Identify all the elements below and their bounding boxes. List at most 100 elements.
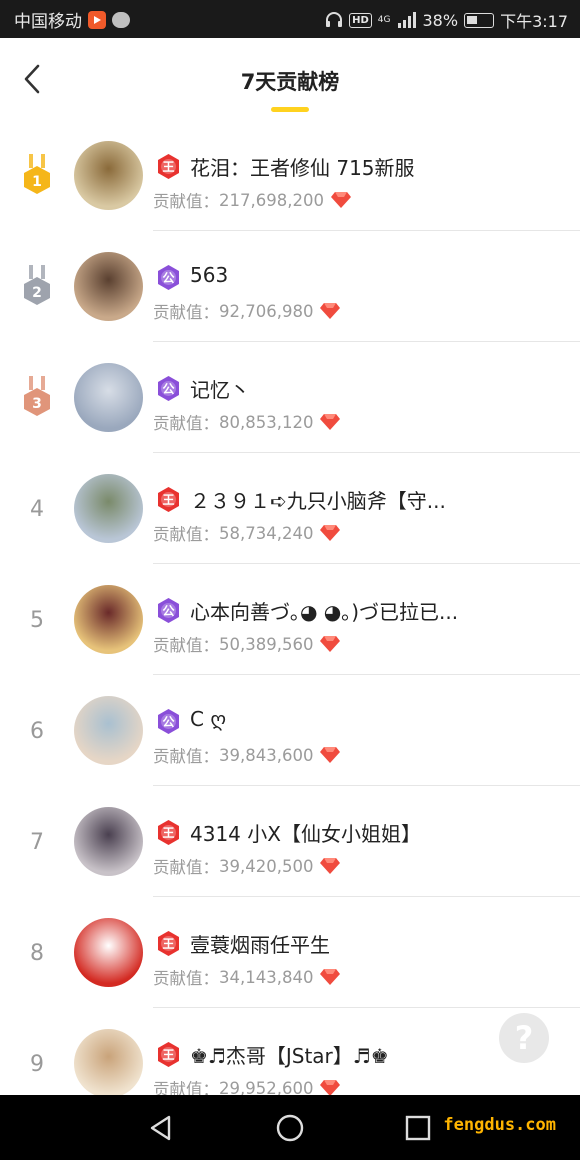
carrier-label: 中国移动 [14, 12, 82, 32]
contribution-amount: 29,952,600 [219, 1078, 314, 1096]
leaderboard-row[interactable]: 3 公 记忆丶贡献值： 80,853,120 [0, 342, 580, 453]
contribution-value: 贡献值： 34,143,840 [153, 965, 341, 989]
contribution-value: 贡献值： 39,420,500 [153, 854, 341, 878]
diamond-icon [319, 302, 341, 320]
duke-rank-badge-icon: 公 [155, 708, 182, 735]
rank-number: 9 [30, 1052, 44, 1077]
medal-icon: 1 [24, 154, 50, 194]
badge-char: 王 [162, 160, 174, 174]
leaderboard-row[interactable]: 9 王 ♚♬杰哥【JStar】♬♚ 贡献值： 29,952,600 [0, 1008, 580, 1095]
badge-char: 公 [162, 604, 174, 618]
contribution-label: 贡献值： [153, 1080, 219, 1095]
nav-back-button[interactable] [145, 1111, 179, 1145]
status-bar: 中国移动 HD 4G 38% 下午3:17 [0, 0, 580, 38]
badge-char: 王 [162, 826, 174, 840]
contribution-label: 贡献值： [153, 636, 219, 655]
king-rank-badge-icon: 王 [155, 819, 182, 846]
battery-percent: 38% [422, 10, 459, 30]
page-header: 7天贡献榜 [0, 38, 580, 120]
contribution-label: 贡献值： [153, 192, 219, 211]
user-name: 壹蓑烟雨任平生 [190, 933, 330, 957]
king-rank-badge-icon: 王 [155, 1041, 182, 1068]
badge-char: 王 [162, 1048, 174, 1062]
rank-indicator: 6 [16, 709, 58, 755]
rank-indicator: 8 [16, 931, 58, 977]
contribution-value: 贡献值： 80,853,120 [153, 410, 341, 434]
rank-indicator: 2 [16, 265, 58, 311]
rank-indicator: 9 [16, 1042, 58, 1088]
user-avatar[interactable] [74, 363, 143, 432]
system-nav-bar: fengdus.com [0, 1095, 580, 1160]
contribution-value: 贡献值： 58,734,240 [153, 521, 341, 545]
leaderboard-row[interactable]: 6 公 C ღ 贡献值： 39,843,600 [0, 675, 580, 786]
chat-app-icon [112, 11, 130, 28]
contribution-amount: 50,389,560 [219, 634, 314, 654]
badge-char: 王 [162, 493, 174, 507]
leaderboard-list: 1 王花泪：王者修仙 715新服 贡献值： 217,698,200 2 公 563 贡献值： 9… [0, 120, 580, 1095]
hd-icon: HD [349, 12, 372, 28]
leaderboard-row[interactable]: 5 公 心本向善づ｡◕ ◕｡)づ已拉已... 贡献值： 50,389,560 [0, 564, 580, 675]
diamond-icon [319, 857, 341, 875]
badge-char: 公 [162, 271, 174, 285]
user-name: 4314 小X【仙女小姐姐】 [190, 822, 421, 846]
page-title: 7天贡献榜 [240, 70, 340, 94]
diamond-icon [319, 635, 341, 653]
contribution-value: 贡献值： 39,843,600 [153, 743, 341, 767]
leaderboard-row[interactable]: 7 王 4314 小X【仙女小姐姐】贡献值： 39,420,500 [0, 786, 580, 897]
medal-icon: 2 [24, 265, 50, 305]
contribution-label: 贡献值： [153, 525, 219, 544]
user-name: ♚♬杰哥【JStar】♬♚ [190, 1044, 389, 1068]
user-avatar[interactable] [74, 918, 143, 987]
contribution-amount: 92,706,980 [219, 301, 314, 321]
user-name: C ღ [190, 707, 227, 731]
user-avatar[interactable] [74, 585, 143, 654]
leaderboard-row[interactable]: 8 王 壹蓑烟雨任平生 贡献值： 34,143,840 [0, 897, 580, 1008]
square-recents-icon [405, 1115, 431, 1141]
user-name: 心本向善づ｡◕ ◕｡)づ已拉已... [190, 600, 459, 624]
medal-rank-number: 1 [32, 174, 42, 190]
rank-indicator: 3 [16, 376, 58, 422]
diamond-icon [330, 191, 352, 209]
badge-char: 公 [162, 382, 174, 396]
user-avatar[interactable] [74, 807, 143, 876]
rank-number: 6 [30, 719, 44, 744]
badge-char: 公 [162, 715, 174, 729]
contribution-amount: 39,843,600 [219, 745, 314, 765]
medal-rank-number: 2 [32, 285, 42, 301]
contribution-label: 贡献值： [153, 303, 219, 322]
contribution-amount: 58,734,240 [219, 523, 314, 543]
rank-number: 7 [30, 830, 44, 855]
rank-indicator: 1 [16, 154, 58, 200]
user-avatar[interactable] [74, 696, 143, 765]
contribution-value: 贡献值： 29,952,600 [153, 1076, 341, 1095]
user-avatar[interactable] [74, 474, 143, 543]
duke-rank-badge-icon: 公 [155, 264, 182, 291]
contribution-label: 贡献值： [153, 969, 219, 988]
king-rank-badge-icon: 王 [155, 153, 182, 180]
user-avatar[interactable] [74, 252, 143, 321]
duke-rank-badge-icon: 公 [155, 375, 182, 402]
help-button[interactable]: ? [499, 1013, 549, 1063]
contribution-amount: 39,420,500 [219, 856, 314, 876]
contribution-amount: 34,143,840 [219, 967, 314, 987]
user-name: 花泪：王者修仙 715新服 [190, 156, 415, 180]
video-app-icon [88, 10, 106, 29]
watermark: fengdus.com [443, 1115, 556, 1135]
nav-home-button[interactable] [273, 1111, 307, 1145]
diamond-icon [319, 1079, 341, 1095]
nav-recents-button[interactable] [401, 1111, 435, 1145]
user-avatar[interactable] [74, 141, 143, 210]
leaderboard-row[interactable]: 2 公 563 贡献值： 92,706,980 [0, 231, 580, 342]
contribution-value: 贡献值： 50,389,560 [153, 632, 341, 656]
user-avatar[interactable] [74, 1029, 143, 1095]
clock: 下午3:17 [500, 12, 568, 31]
leaderboard-row[interactable]: 1 王 花泪：王者修仙 715新服 贡献值： 217,698,200 [0, 120, 580, 231]
user-name: 记忆丶 [190, 378, 250, 402]
rank-indicator: 4 [16, 487, 58, 533]
contribution-value: 贡献值： 92,706,980 [153, 299, 341, 323]
rank-number: 8 [30, 941, 44, 966]
leaderboard-row[interactable]: 4 王 ２３９１➪九只小脑斧【守... 贡献值： 58,734,240 [0, 453, 580, 564]
diamond-icon [319, 524, 341, 542]
diamond-icon [319, 968, 341, 986]
contribution-label: 贡献值： [153, 858, 219, 877]
